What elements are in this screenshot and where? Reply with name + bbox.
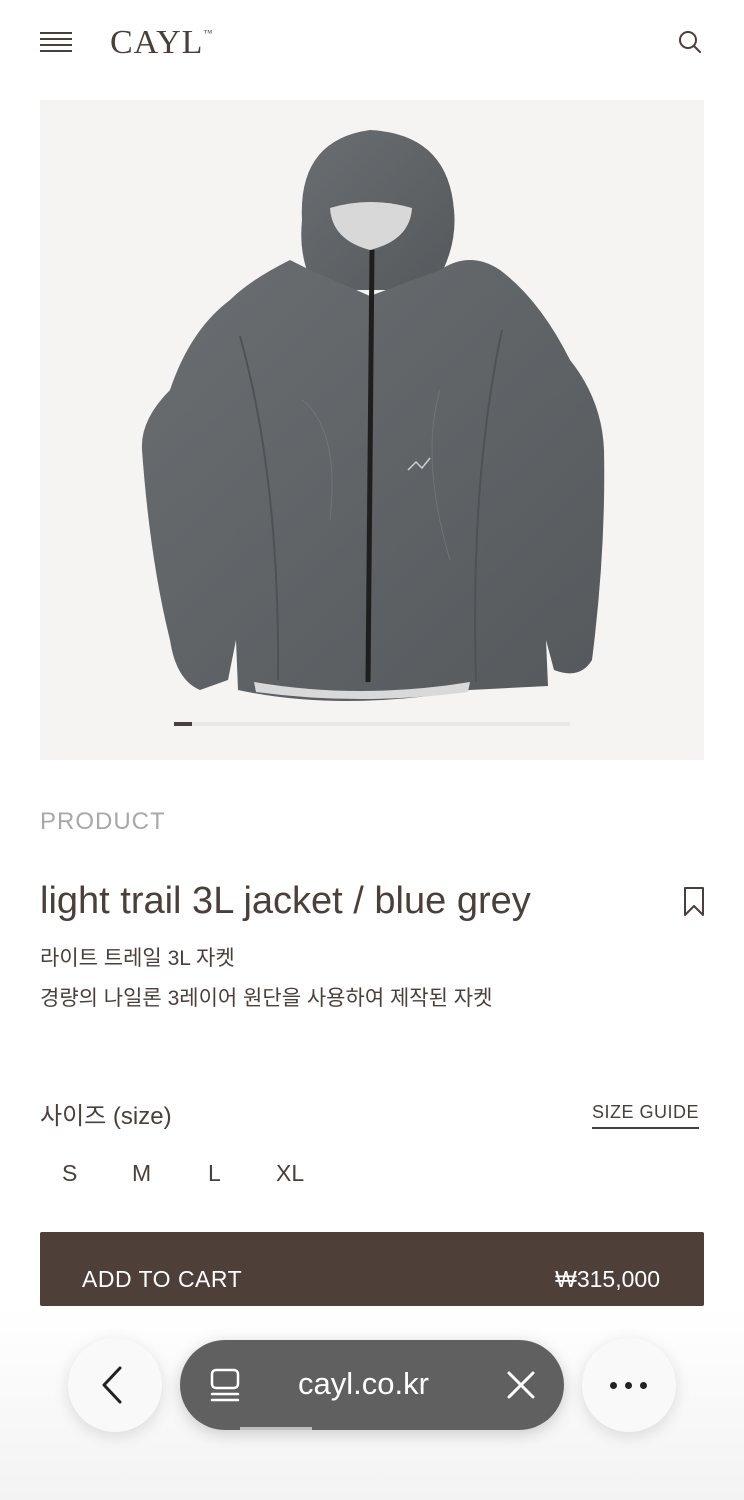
hamburger-icon[interactable] bbox=[40, 32, 72, 54]
product-title: light trail 3L jacket / blue grey bbox=[40, 880, 531, 922]
url-text[interactable]: cayl.co.kr bbox=[298, 1366, 429, 1402]
logo[interactable]: CAYL™ bbox=[110, 24, 213, 62]
search-icon[interactable] bbox=[676, 28, 704, 56]
bookmark-icon[interactable] bbox=[682, 886, 706, 918]
product-description: 경량의 나일론 3레이어 원단을 사용하여 제작된 자켓 bbox=[40, 987, 493, 1010]
tabs-icon[interactable] bbox=[208, 1366, 242, 1404]
size-guide-link[interactable]: SIZE GUIDE bbox=[592, 1102, 700, 1129]
size-option-s[interactable]: S bbox=[62, 1160, 77, 1187]
gallery-progress-track bbox=[174, 722, 570, 726]
address-bar[interactable]: cayl.co.kr bbox=[180, 1340, 564, 1430]
product-image[interactable] bbox=[40, 100, 704, 760]
close-icon[interactable] bbox=[506, 1370, 536, 1400]
size-option-m[interactable]: M bbox=[132, 1160, 151, 1187]
chevron-left-icon bbox=[102, 1366, 122, 1404]
size-option-xl[interactable]: XL bbox=[276, 1160, 304, 1187]
product-subtitle: 라이트 트레일 3L 자켓 bbox=[40, 947, 235, 970]
more-icon bbox=[610, 1382, 617, 1389]
add-to-cart-label: ADD TO CART bbox=[82, 1266, 243, 1292]
gallery-progress-thumb[interactable] bbox=[174, 722, 192, 726]
header: CAYL™ bbox=[0, 0, 744, 86]
size-label: 사이즈 (size) bbox=[40, 1103, 172, 1130]
category-label: PRODUCT bbox=[40, 808, 166, 835]
price: ₩315,000 bbox=[555, 1266, 660, 1292]
page-load-progress bbox=[240, 1427, 312, 1430]
more-button[interactable] bbox=[582, 1338, 676, 1432]
add-to-cart-button[interactable]: ADD TO CART ₩315,000 bbox=[40, 1232, 704, 1306]
jacket-illustration bbox=[141, 130, 605, 701]
back-button[interactable] bbox=[68, 1338, 162, 1432]
size-option-l[interactable]: L bbox=[208, 1160, 221, 1187]
